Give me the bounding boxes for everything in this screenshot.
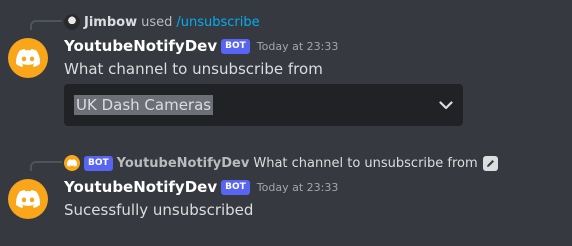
author-name[interactable]: YoutubeNotifyDev — [64, 37, 217, 55]
reply-context[interactable]: BOT YoutubeNotifyDev What channel to uns… — [64, 154, 498, 172]
reply-used-text: used — [141, 14, 173, 30]
user-avatar-mini[interactable] — [64, 14, 80, 30]
author-name[interactable]: YoutubeNotifyDev — [64, 178, 217, 196]
reply-author-name[interactable]: YoutubeNotifyDev — [117, 156, 250, 171]
timestamp[interactable]: Today at 23:33 — [257, 181, 339, 194]
reply-connector — [30, 20, 62, 30]
chevron-down-icon — [439, 98, 453, 112]
discord-logo-icon — [16, 190, 40, 208]
discord-logo-icon — [67, 159, 77, 167]
pencil-icon — [482, 155, 498, 171]
bot-tag: BOT — [221, 179, 250, 195]
discord-logo-icon — [16, 49, 40, 67]
reply-preview-text[interactable]: What channel to unsubscribe from — [253, 156, 477, 171]
bot-avatar[interactable] — [8, 179, 48, 219]
message-header: YoutubeNotifyDev BOT Today at 23:33 — [64, 37, 338, 55]
reply-context[interactable]: Jimbow used /unsubscribe — [64, 13, 260, 31]
channel-select-dropdown[interactable]: UK Dash Cameras — [64, 84, 463, 126]
message-content: What channel to unsubscribe from — [64, 60, 323, 78]
slash-command-link[interactable]: /unsubscribe — [176, 15, 259, 30]
timestamp[interactable]: Today at 23:33 — [257, 40, 339, 53]
bot-tag: BOT — [221, 38, 250, 54]
bot-tag: BOT — [84, 155, 113, 171]
bot-avatar[interactable] — [8, 38, 48, 78]
select-selected-value: UK Dash Cameras — [74, 95, 214, 115]
message-header: YoutubeNotifyDev BOT Today at 23:33 — [64, 178, 338, 196]
message-content: Sucessfully unsubscribed — [64, 201, 254, 219]
reply-username[interactable]: Jimbow — [84, 15, 137, 30]
reply-connector — [30, 161, 62, 171]
bot-avatar-mini[interactable] — [64, 155, 80, 171]
